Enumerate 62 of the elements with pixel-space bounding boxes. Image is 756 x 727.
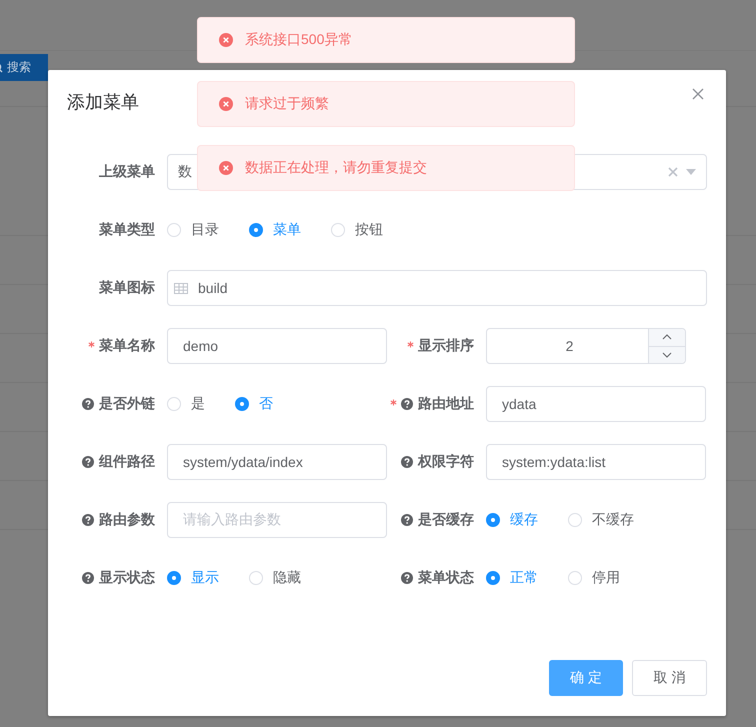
field-label: 菜单类型	[99, 221, 155, 239]
radio-option[interactable]: 停用	[568, 569, 620, 587]
help-icon[interactable]	[82, 514, 94, 526]
error-icon	[219, 161, 233, 175]
radio-option[interactable]: 不缓存	[568, 511, 634, 529]
toast-message: 系统接口500异常	[245, 31, 352, 49]
input-field[interactable]: ydata	[486, 386, 706, 422]
required-icon	[390, 398, 397, 406]
radio-option[interactable]: 否	[235, 395, 273, 413]
required-icon	[407, 340, 414, 348]
field-label: 是否缓存	[418, 511, 474, 529]
input-field[interactable]: system/ydata/index	[167, 444, 387, 480]
close-icon[interactable]	[692, 88, 704, 100]
field-label: 显示排序	[418, 337, 474, 355]
field-label: 组件路径	[99, 453, 155, 471]
number-field[interactable]: 2	[486, 328, 686, 364]
help-icon[interactable]	[401, 514, 413, 526]
help-icon[interactable]	[401, 572, 413, 584]
table-icon	[174, 282, 188, 294]
field-label: 路由参数	[99, 511, 155, 529]
help-icon[interactable]	[401, 398, 413, 410]
help-icon[interactable]	[82, 572, 94, 584]
radio-option[interactable]: 正常	[486, 569, 538, 587]
field-label: 菜单图标	[99, 279, 155, 297]
error-icon	[219, 33, 233, 47]
radio-option[interactable]: 菜单	[249, 221, 301, 239]
chevron-up-icon	[662, 334, 672, 340]
radio-button[interactable]	[486, 513, 500, 527]
error-icon	[219, 97, 233, 111]
cancel-button[interactable]: 取 消	[632, 660, 707, 696]
increase-button[interactable]	[649, 329, 685, 346]
field-label: 上级菜单	[99, 163, 155, 181]
radio-option[interactable]: 按钮	[331, 221, 383, 239]
radio-button[interactable]	[167, 571, 181, 585]
input-field[interactable]: demo	[167, 328, 387, 364]
required-icon	[88, 340, 95, 348]
field-label: 菜单状态	[418, 569, 474, 587]
dialog-title: 添加菜单	[67, 91, 139, 114]
radio-button[interactable]	[235, 397, 249, 411]
help-icon[interactable]	[401, 456, 413, 468]
radio-option[interactable]: 目录	[167, 221, 219, 239]
toast-message: 请求过于频繁	[245, 95, 329, 113]
field-label: 权限字符	[418, 453, 474, 471]
radio-option[interactable]: 显示	[167, 569, 219, 587]
help-icon[interactable]	[82, 398, 94, 410]
chevron-down-icon	[662, 352, 672, 358]
field-label: 路由地址	[418, 395, 474, 413]
caret-icon[interactable]	[686, 169, 696, 175]
radio-button[interactable]	[486, 571, 500, 585]
radio-option[interactable]: 缓存	[486, 511, 538, 529]
input-field[interactable]: build	[167, 270, 707, 306]
field-label: 是否外链	[99, 395, 155, 413]
help-icon[interactable]	[82, 456, 94, 468]
input-field[interactable]: system:ydata:list	[486, 444, 706, 480]
radio-button[interactable]	[249, 223, 263, 237]
radio-option[interactable]: 是	[167, 395, 205, 413]
clear-icon[interactable]	[668, 167, 678, 177]
field-label: 显示状态	[99, 569, 155, 587]
search-button[interactable]: 搜索	[0, 54, 48, 81]
toast-message: 数据正在处理，请勿重复提交	[245, 159, 427, 177]
field-label: 菜单名称	[99, 337, 155, 355]
radio-option[interactable]: 隐藏	[249, 569, 301, 587]
